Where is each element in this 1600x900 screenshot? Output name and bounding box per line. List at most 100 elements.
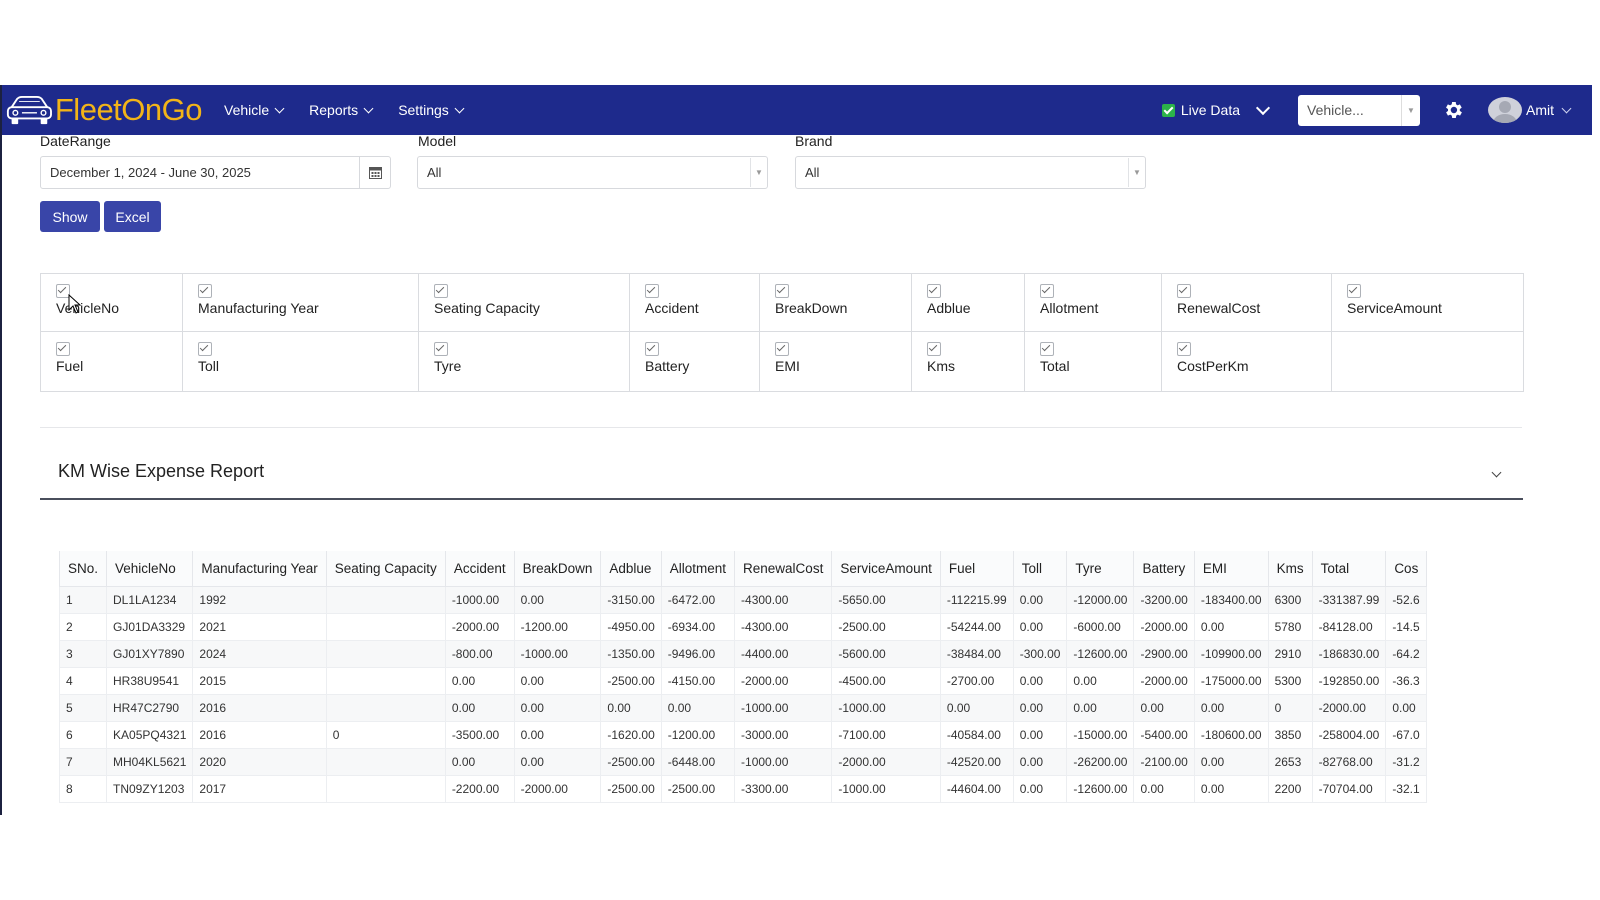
toggle-breakdown[interactable]: BreakDown — [760, 274, 912, 332]
checkbox-icon[interactable] — [927, 284, 941, 298]
column-header[interactable]: VehicleNo — [106, 551, 194, 587]
live-data-label: Live Data — [1180, 102, 1240, 118]
column-header[interactable]: RenewalCost — [734, 551, 833, 587]
checkbox-icon[interactable] — [1177, 284, 1191, 298]
table-cell: -1620.00 — [600, 721, 662, 749]
column-header[interactable]: BreakDown — [513, 551, 602, 587]
checkbox-icon[interactable] — [927, 342, 941, 356]
column-header[interactable]: Tyre — [1066, 551, 1135, 587]
toggle-toll[interactable]: Toll — [183, 332, 419, 391]
gear-icon[interactable] — [1442, 99, 1464, 121]
column-header[interactable]: Fuel — [939, 551, 1014, 587]
toggle-costperkm[interactable]: CostPerKm — [1162, 332, 1332, 391]
model-select[interactable]: All ▼ — [417, 156, 768, 189]
vehicle-select[interactable]: Vehicle... ▼ — [1298, 94, 1420, 126]
checkbox-icon[interactable] — [434, 284, 448, 298]
checkbox-icon[interactable] — [645, 284, 659, 298]
toggle-label: Fuel — [56, 358, 84, 374]
menu-settings-label: Settings — [398, 102, 449, 118]
table-cell: -258004.00 — [1311, 721, 1387, 749]
table-cell: 0.00 — [513, 667, 602, 695]
column-header[interactable]: Cos — [1385, 551, 1428, 587]
live-data-toggle[interactable]: Live Data — [1161, 102, 1240, 118]
column-toggle-grid: VehicleNo Manufacturing Year Seating Cap… — [40, 273, 1524, 392]
column-header[interactable]: Adblue — [600, 551, 662, 587]
table-cell: -192850.00 — [1311, 667, 1387, 695]
column-header[interactable]: ServiceAmount — [831, 551, 941, 587]
toggle-manufacturing-year[interactable]: Manufacturing Year — [183, 274, 419, 332]
report-table-container[interactable]: SNo. VehicleNo Manufacturing Year Seating C… — [59, 551, 1504, 815]
table-cell: -54244.00 — [939, 613, 1014, 641]
column-header[interactable]: Kms — [1267, 551, 1313, 587]
toggle-label: Adblue — [927, 300, 971, 316]
table-cell: 0.00 — [1012, 586, 1068, 614]
checkbox-icon[interactable] — [198, 284, 212, 298]
table-cell: 0.00 — [1193, 748, 1269, 776]
date-range-value: December 1, 2024 - June 30, 2025 — [50, 165, 251, 180]
checkbox-icon[interactable] — [1177, 342, 1191, 356]
caret-down-icon: ▼ — [750, 158, 767, 187]
checkbox-icon[interactable] — [645, 342, 659, 356]
toggle-allotment[interactable]: Allotment — [1025, 274, 1162, 332]
show-button[interactable]: Show — [40, 201, 100, 232]
chevron-down-icon — [1561, 103, 1572, 113]
caret-down-icon: ▼ — [1128, 158, 1145, 187]
toggle-adblue[interactable]: Adblue — [912, 274, 1025, 332]
checkbox-icon[interactable] — [775, 284, 789, 298]
toggle-fuel[interactable]: Fuel — [41, 332, 183, 391]
menu-settings[interactable]: Settings — [398, 102, 465, 118]
menu-vehicle[interactable]: Vehicle — [224, 102, 285, 118]
menu-reports[interactable]: Reports — [309, 102, 374, 118]
checkbox-icon[interactable] — [1347, 284, 1361, 298]
toggle-emi[interactable]: EMI — [760, 332, 912, 391]
toggle-label: Total — [1040, 358, 1070, 374]
brand-select[interactable]: All ▼ — [795, 156, 1146, 189]
toggle-battery[interactable]: Battery — [630, 332, 760, 391]
toggle-label: CostPerKm — [1177, 358, 1249, 374]
checkbox-icon[interactable] — [1040, 342, 1054, 356]
column-header[interactable]: Accident — [444, 551, 515, 587]
toggle-accident[interactable]: Accident — [630, 274, 760, 332]
column-header[interactable]: Manufacturing Year — [192, 551, 327, 587]
table-cell: TN09ZY1203 — [106, 775, 194, 803]
table-cell: 0.00 — [444, 748, 515, 776]
column-header[interactable]: Toll — [1012, 551, 1068, 587]
column-header[interactable]: Allotment — [660, 551, 736, 587]
date-range-input[interactable]: December 1, 2024 - June 30, 2025 — [40, 156, 391, 189]
table-cell: 0 — [325, 721, 446, 749]
column-header[interactable]: SNo. — [59, 551, 108, 587]
table-cell: 0.00 — [444, 694, 515, 722]
table-cell: 0.00 — [1012, 667, 1068, 695]
table-cell — [325, 667, 446, 695]
toggle-total[interactable]: Total — [1025, 332, 1162, 391]
chevron-down-icon[interactable] — [1255, 100, 1271, 115]
excel-button[interactable]: Excel — [104, 201, 161, 232]
user-menu[interactable]: Amit — [1488, 97, 1572, 123]
checkbox-icon[interactable] — [775, 342, 789, 356]
table-cell: -2000.00 — [444, 613, 515, 641]
table-cell: 5780 — [1267, 613, 1313, 641]
toggle-seating-capacity[interactable]: Seating Capacity — [419, 274, 630, 332]
table-cell: 0.00 — [1012, 748, 1068, 776]
table-cell: -3150.00 — [600, 586, 662, 614]
column-header[interactable]: Total — [1311, 551, 1387, 587]
collapse-chevron-icon[interactable] — [1491, 467, 1502, 478]
table-cell: 0 — [1267, 694, 1313, 722]
checkbox-icon[interactable] — [56, 342, 70, 356]
checkbox-icon[interactable] — [1040, 284, 1054, 298]
toggle-renewalcost[interactable]: RenewalCost — [1162, 274, 1332, 332]
checkbox-icon[interactable] — [434, 342, 448, 356]
table-cell: -14.5 — [1385, 613, 1428, 641]
brand-logo[interactable]: FleetOnGo — [6, 92, 203, 128]
column-header[interactable]: Battery — [1133, 551, 1195, 587]
checkbox-icon[interactable] — [198, 342, 212, 356]
toggle-vehicleno[interactable]: VehicleNo — [41, 274, 183, 332]
toggle-serviceamount[interactable]: ServiceAmount — [1332, 274, 1523, 332]
table-cell: -67.0 — [1385, 721, 1428, 749]
column-header[interactable]: EMI — [1193, 551, 1269, 587]
live-data-checkbox-icon[interactable] — [1161, 103, 1175, 117]
toggle-tyre[interactable]: Tyre — [419, 332, 630, 391]
toggle-kms[interactable]: Kms — [912, 332, 1025, 391]
column-header[interactable]: Seating Capacity — [325, 551, 446, 587]
calendar-icon[interactable] — [359, 157, 390, 188]
